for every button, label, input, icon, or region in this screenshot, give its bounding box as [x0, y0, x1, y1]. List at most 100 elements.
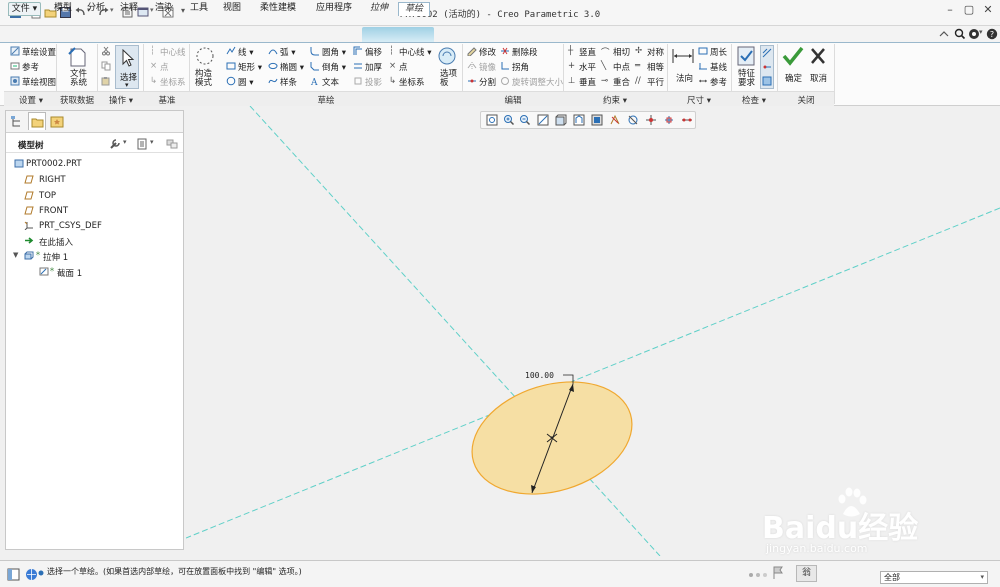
- repaint-icon[interactable]: [537, 114, 549, 126]
- maximize-button[interactable]: ▢: [960, 3, 978, 17]
- reference-button[interactable]: 参考: [22, 61, 39, 73]
- divide-button[interactable]: 分割: [479, 76, 496, 88]
- folder-browser-tab[interactable]: [28, 112, 46, 130]
- tree-item-front[interactable]: FRONT: [39, 206, 68, 216]
- select-button[interactable]: 选择 ▾: [115, 45, 139, 89]
- datum-csys-button[interactable]: 坐标系: [160, 76, 186, 88]
- selection-filter-dropdown[interactable]: 全部 ▾: [880, 571, 988, 584]
- group-label-operations[interactable]: 操作 ▾: [100, 94, 142, 106]
- tangent-button[interactable]: 相切: [613, 46, 630, 58]
- group-label-inspect[interactable]: 检查 ▾: [733, 94, 775, 106]
- tab-tools[interactable]: 工具: [183, 2, 215, 16]
- file-system-icon[interactable]: [66, 46, 90, 68]
- file-system-button[interactable]: 文件 系统: [70, 70, 87, 88]
- ok-checkmark-icon[interactable]: [781, 45, 805, 67]
- sketch-point-button[interactable]: 点: [399, 61, 408, 73]
- expand-arrow-icon[interactable]: ▼: [13, 251, 18, 259]
- tab-analysis[interactable]: 分析: [81, 2, 111, 16]
- coincident-button[interactable]: 重合: [613, 76, 630, 88]
- perpendicular-button[interactable]: 垂直: [579, 76, 596, 88]
- datum-display-filters-icon[interactable]: [609, 114, 621, 126]
- tab-model[interactable]: 模型: [48, 2, 78, 16]
- zoom-out-icon[interactable]: [519, 114, 531, 126]
- cancel-button[interactable]: 取消: [810, 72, 827, 84]
- group-label-dimension[interactable]: 尺寸 ▾: [669, 94, 729, 106]
- ok-button[interactable]: 确定: [785, 72, 802, 84]
- tree-item-section[interactable]: 截面 1: [57, 267, 82, 279]
- tab-extrude[interactable]: 拉伸: [364, 2, 394, 16]
- construction-mode-icon[interactable]: [193, 45, 217, 67]
- rotate-resize-button[interactable]: 旋转调整大小: [512, 76, 563, 88]
- feature-requirements-icon[interactable]: [735, 45, 759, 67]
- perimeter-button[interactable]: 周长: [710, 46, 727, 58]
- normal-dimension-button[interactable]: 法向: [676, 72, 693, 84]
- sketch-view-orient-icon[interactable]: [591, 114, 603, 126]
- vertex-display-icon[interactable]: [681, 114, 693, 126]
- show-columns-icon[interactable]: [136, 138, 148, 150]
- palette-button[interactable]: 选项 板: [440, 70, 457, 88]
- shade-closed-loops-icon[interactable]: [762, 76, 772, 86]
- tab-applications[interactable]: 应用程序: [308, 2, 360, 16]
- tree-item-extrude[interactable]: 拉伸 1: [43, 251, 68, 263]
- delete-segment-button[interactable]: 删除段: [512, 46, 538, 58]
- tab-file[interactable]: 文件 ▾: [8, 2, 41, 16]
- equal-button[interactable]: 相等: [647, 61, 664, 73]
- vertical-button[interactable]: 竖直: [579, 46, 596, 58]
- midpoint-button[interactable]: 中点: [613, 61, 630, 73]
- tree-item-csys[interactable]: PRT_CSYS_DEF: [39, 221, 102, 231]
- tree-item-insert-here[interactable]: 在此插入: [39, 236, 73, 248]
- cut-icon[interactable]: [101, 46, 111, 56]
- ellipse-button[interactable]: 椭圆 ▾: [280, 61, 304, 73]
- rectangle-button[interactable]: 矩形 ▾: [238, 61, 262, 73]
- flag-icon[interactable]: [772, 566, 784, 580]
- tree-settings-icon[interactable]: [109, 138, 121, 150]
- palette-icon[interactable]: [435, 45, 459, 67]
- favorites-tab-icon[interactable]: [50, 115, 64, 129]
- tab-annotate[interactable]: 注释: [113, 2, 145, 16]
- datum-point-button[interactable]: 点: [160, 61, 169, 73]
- construction-mode-button[interactable]: 构造 模式: [195, 70, 212, 88]
- paste-icon[interactable]: [101, 76, 111, 86]
- baseline-button[interactable]: 基线: [710, 61, 727, 73]
- zoom-in-icon[interactable]: [503, 114, 515, 126]
- horizontal-button[interactable]: 水平: [579, 61, 596, 73]
- dimension-value-label[interactable]: 100.00: [525, 371, 554, 380]
- normal-dimension-icon[interactable]: [671, 45, 695, 67]
- constraint-display-icon[interactable]: [663, 114, 675, 126]
- tree-settings-dropdown-icon[interactable]: ▾: [123, 138, 127, 146]
- search-icon[interactable]: [954, 28, 966, 40]
- display-style-icon[interactable]: [555, 114, 567, 126]
- tab-view[interactable]: 视图: [217, 2, 247, 16]
- tree-item-right[interactable]: RIGHT: [39, 175, 66, 185]
- sketch-view-button[interactable]: 草绘视图: [22, 76, 56, 88]
- show-dropdown-icon[interactable]: ▾: [150, 138, 154, 146]
- collapse-ribbon-icon[interactable]: [938, 28, 950, 40]
- group-label-constrain[interactable]: 约束 ▾: [565, 94, 665, 106]
- line-button[interactable]: 线 ▾: [238, 46, 253, 58]
- project-button[interactable]: 投影: [365, 76, 382, 88]
- thicken-button[interactable]: 加厚: [365, 61, 382, 73]
- sketch-setup-button[interactable]: 草绘设置: [22, 46, 56, 58]
- close-button[interactable]: ✕: [979, 3, 997, 17]
- minimize-button[interactable]: –: [941, 3, 959, 17]
- smart-selection-icon[interactable]: 翁: [796, 565, 817, 582]
- parallel-button[interactable]: 平行: [647, 76, 664, 88]
- overlapping-geometry-icon[interactable]: [762, 48, 772, 58]
- model-tree-tab-icon[interactable]: [10, 115, 24, 129]
- highlight-open-ends-icon[interactable]: [762, 62, 772, 72]
- corner-button[interactable]: 拐角: [512, 61, 529, 73]
- sketch-canvas[interactable]: [186, 106, 1000, 556]
- saved-orientations-icon[interactable]: [573, 114, 585, 126]
- group-label-setup[interactable]: 设置 ▾: [8, 94, 54, 106]
- tree-item-part[interactable]: PRT0002.PRT: [26, 159, 82, 169]
- offset-button[interactable]: 偏移: [365, 46, 382, 58]
- spline-button[interactable]: 样条: [280, 76, 297, 88]
- sketch-csys-button[interactable]: 坐标系: [399, 76, 425, 88]
- feature-requirements-button[interactable]: 特征 要求: [738, 70, 755, 88]
- tab-sketch[interactable]: 草绘: [398, 2, 430, 16]
- help-icon[interactable]: ?: [986, 28, 998, 40]
- circle-button[interactable]: 圆 ▾: [238, 76, 253, 88]
- cancel-x-icon[interactable]: [806, 45, 830, 67]
- text-button[interactable]: 文本: [322, 76, 339, 88]
- fillet-button[interactable]: 圆角 ▾: [322, 46, 346, 58]
